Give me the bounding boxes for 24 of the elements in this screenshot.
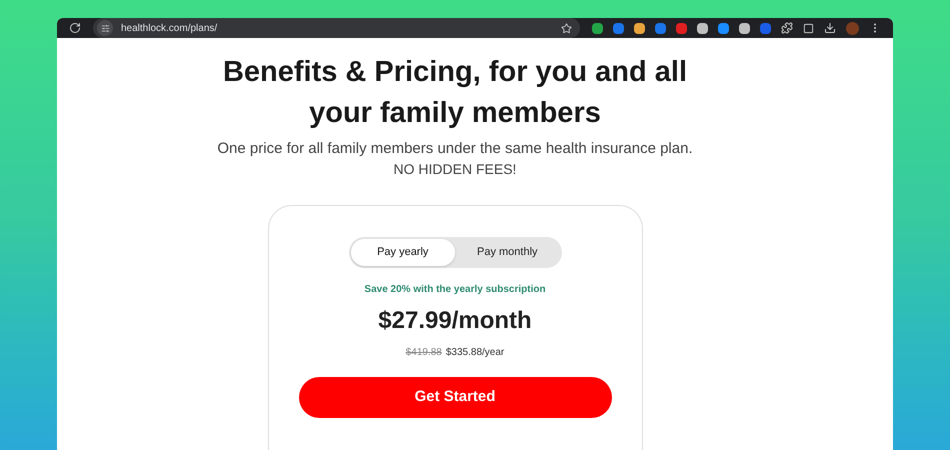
puzzle-icon[interactable] bbox=[781, 22, 793, 34]
address-bar[interactable]: healthlock.com/plans/ bbox=[93, 18, 580, 38]
extension-icon[interactable] bbox=[655, 22, 666, 34]
yearly-price: $335.88/year bbox=[446, 346, 504, 360]
page-heading: Benefits & Pricing, for you and all your family members bbox=[222, 55, 688, 131]
reload-icon[interactable] bbox=[69, 22, 81, 34]
billing-tab[interactable]: Pay yearly bbox=[350, 239, 455, 266]
url-text: healthlock.com/plans/ bbox=[121, 22, 218, 36]
subtitle-text: One price for all family members under the same health insurance plan. bbox=[217, 139, 693, 159]
download-icon[interactable] bbox=[824, 22, 836, 34]
extension-icon[interactable] bbox=[634, 22, 645, 34]
extension-icon[interactable] bbox=[697, 22, 708, 34]
notice-text: NO HIDDEN FEES! bbox=[394, 160, 516, 179]
savings-text: Save 20% with the yearly subscription bbox=[364, 283, 546, 297]
old-price: $419.88 bbox=[406, 346, 442, 360]
get-started-button[interactable]: Get Started bbox=[298, 377, 612, 418]
extension-icon[interactable] bbox=[613, 22, 624, 34]
billing-tab[interactable]: Pay monthly bbox=[455, 239, 560, 266]
extension-icon[interactable] bbox=[592, 22, 603, 34]
price-text: $27.99/month bbox=[378, 306, 532, 336]
extension-icon[interactable] bbox=[718, 22, 729, 34]
extension-icon[interactable] bbox=[739, 22, 750, 34]
bookmark-icon[interactable] bbox=[561, 22, 572, 34]
site-info-icon[interactable] bbox=[97, 20, 113, 36]
